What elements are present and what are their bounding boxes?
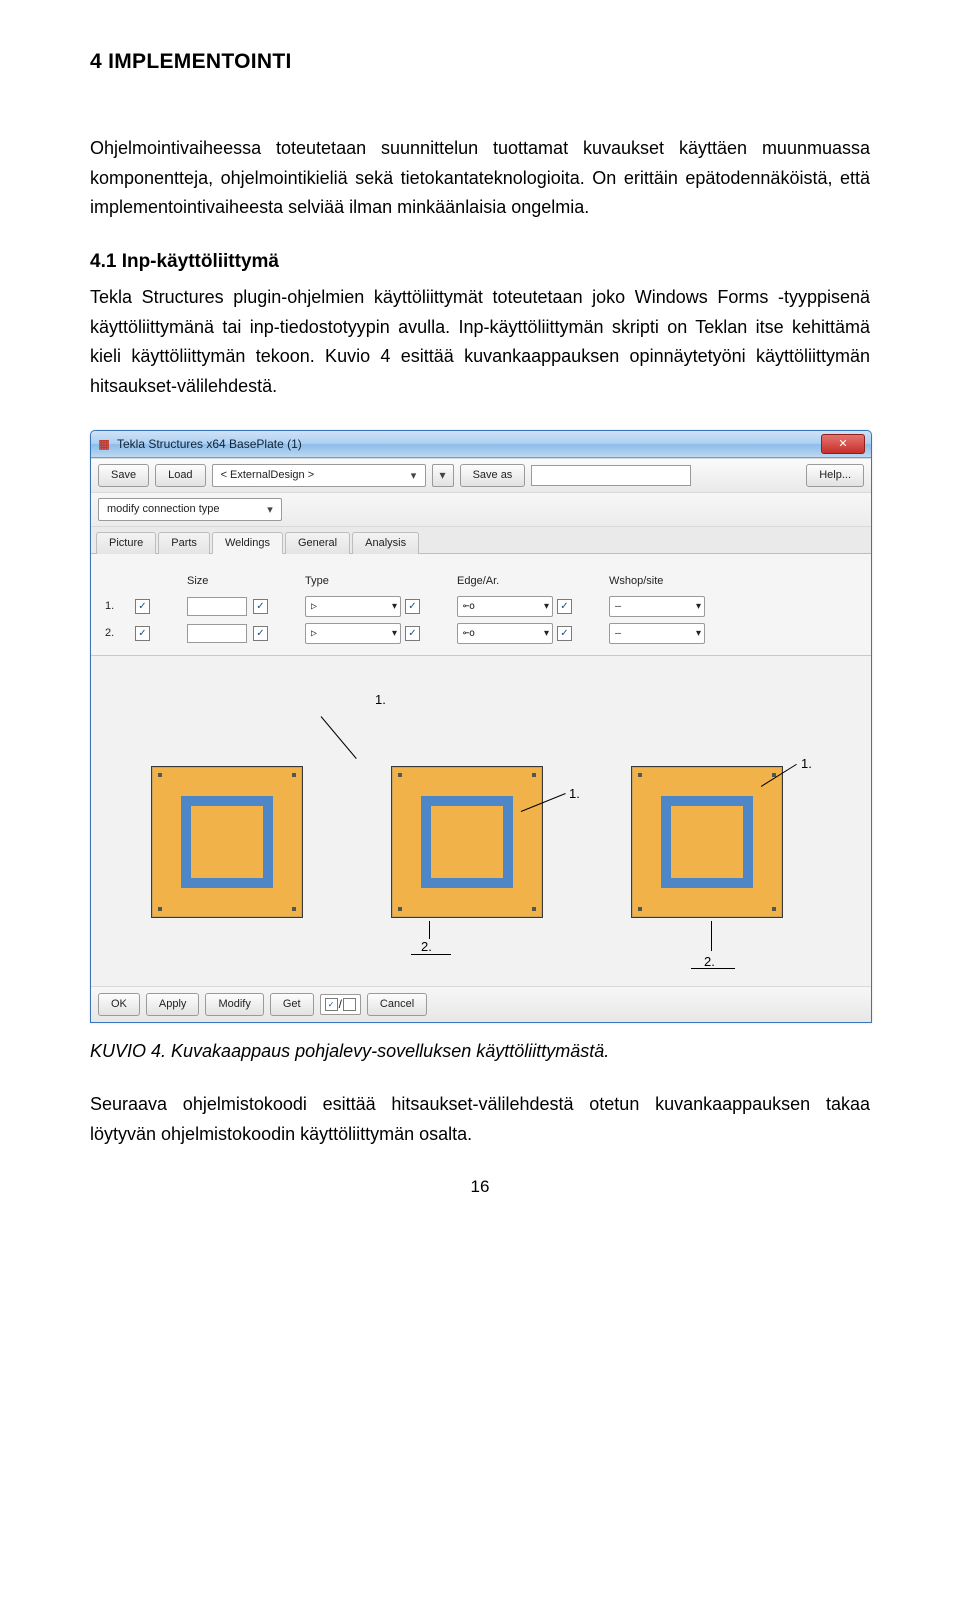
window-titlebar: ▦ Tekla Structures x64 BasePlate (1) ✕ [91,431,871,458]
size-input[interactable] [187,624,247,643]
row-number: 1. [105,600,129,612]
weld-row-2: 2. ✓ ✓ ▷ ▾ ✓ ⟜o ▾ ✓ — ▾ [103,620,859,647]
toggle-off-icon [343,998,356,1011]
grid-header: Size Type Edge/Ar. Wshop/site [103,572,859,593]
design-combo[interactable]: < ExternalDesign > ▾ [212,464,426,487]
chevron-down-icon: ▾ [696,628,701,639]
cancel-button[interactable]: Cancel [367,993,427,1016]
page-number: 16 [90,1177,870,1197]
tab-strip: Picture Parts Weldings General Analysis [91,526,871,554]
help-button[interactable]: Help... [806,464,864,487]
row-number: 2. [105,627,129,639]
size-checkbox[interactable]: ✓ [135,626,150,641]
edge-combo[interactable]: ⟜o ▾ [457,623,553,644]
edge-checkbox[interactable]: ✓ [405,626,420,641]
dialog-footer: OK Apply Modify Get ✓ / Cancel [91,986,871,1022]
wshop-checkbox[interactable]: ✓ [557,599,572,614]
chevron-down-icon: ▾ [263,503,277,516]
chevron-down-icon: ▾ [544,601,549,612]
around-icon: ⟜o [463,628,475,639]
chevron-down-icon: ▾ [392,601,397,612]
subsection-heading: 4.1 Inp-käyttöliittymä [90,251,870,273]
callout-2b: 2. [704,954,715,969]
toolbar-second: modify connection type ▾ [91,492,871,526]
callout-1b: 1. [569,786,580,801]
header-type: Type [305,575,399,587]
weld-row-1: 1. ✓ ✓ ▷ ▾ ✓ ⟜o ▾ ✓ — ▾ [103,593,859,620]
header-wshop: Wshop/site [609,575,703,587]
modify-button[interactable]: Modify [205,993,263,1016]
chevron-down-icon: ▾ [544,628,549,639]
wshop-combo[interactable]: — ▾ [609,623,705,644]
figure-caption: KUVIO 4. Kuvakaappaus pohjalevy-sovelluk… [90,1041,870,1062]
picture-panel: 1. 1. 2. 1. 2. [91,655,871,986]
plate-1 [151,766,303,918]
type-checkbox[interactable]: ✓ [253,599,268,614]
weld-symbol-icon: ▷ [311,628,317,639]
plate-2 [391,766,543,918]
tekla-dialog-window: ▦ Tekla Structures x64 BasePlate (1) ✕ S… [90,430,872,1023]
tab-parts[interactable]: Parts [158,532,210,554]
around-icon: ⟜o [463,601,475,612]
callout-1: 1. [375,692,386,707]
edge-checkbox[interactable]: ✓ [405,599,420,614]
tab-picture[interactable]: Picture [96,532,156,554]
wshop-combo[interactable]: — ▾ [609,596,705,617]
tab-analysis[interactable]: Analysis [352,532,419,554]
type-combo[interactable]: ▷ ▾ [305,596,401,617]
header-size: Size [187,575,247,587]
paragraph-1: Ohjelmointivaiheessa toteutetaan suunnit… [90,134,870,223]
window-title: Tekla Structures x64 BasePlate (1) [117,437,821,451]
site-weld-icon: — [615,601,621,612]
ok-button[interactable]: OK [98,993,140,1016]
plate-3 [631,766,783,918]
close-button[interactable]: ✕ [821,434,865,454]
section-heading: 4 IMPLEMENTOINTI [90,50,870,74]
close-icon: ✕ [838,437,847,450]
type-checkbox[interactable]: ✓ [253,626,268,641]
get-button[interactable]: Get [270,993,314,1016]
callout-1c: 1. [801,756,812,771]
modify-connection-label: modify connection type [107,503,220,515]
tab-general[interactable]: General [285,532,350,554]
weld-symbol-icon: ▷ [311,601,317,612]
toolbar-top: Save Load < ExternalDesign > ▾ ▾ Save as… [91,458,871,492]
save-as-button[interactable]: Save as [460,464,526,487]
size-input[interactable] [187,597,247,616]
modify-connection-type-combo[interactable]: modify connection type ▾ [98,498,282,521]
design-combo-value: < ExternalDesign > [221,469,315,481]
tab-body-weldings: Size Type Edge/Ar. Wshop/site 1. ✓ ✓ ▷ ▾… [91,554,871,655]
site-weld-icon: — [615,628,621,639]
tab-weldings[interactable]: Weldings [212,532,283,554]
header-edge: Edge/Ar. [457,575,551,587]
size-checkbox[interactable]: ✓ [135,599,150,614]
apply-button[interactable]: Apply [146,993,200,1016]
chevron-down-icon: ▾ [440,468,446,482]
type-combo[interactable]: ▷ ▾ [305,623,401,644]
chevron-down-icon: ▾ [392,628,397,639]
toggle-on-icon: ✓ [325,998,338,1011]
paragraph-3: Seuraava ohjelmistokoodi esittää hitsauk… [90,1090,870,1149]
design-caret-button[interactable]: ▾ [432,464,454,487]
toggle-pair[interactable]: ✓ / [320,994,361,1015]
edge-combo[interactable]: ⟜o ▾ [457,596,553,617]
chevron-down-icon: ▾ [696,601,701,612]
callout-2: 2. [421,939,432,954]
paragraph-2: Tekla Structures plugin-ohjelmien käyttö… [90,283,870,402]
load-button[interactable]: Load [155,464,205,487]
toggle-slash: / [339,997,342,1011]
wshop-checkbox[interactable]: ✓ [557,626,572,641]
save-button[interactable]: Save [98,464,149,487]
app-icon: ▦ [97,437,111,451]
chevron-down-icon: ▾ [407,469,421,482]
save-as-input[interactable] [531,465,691,486]
